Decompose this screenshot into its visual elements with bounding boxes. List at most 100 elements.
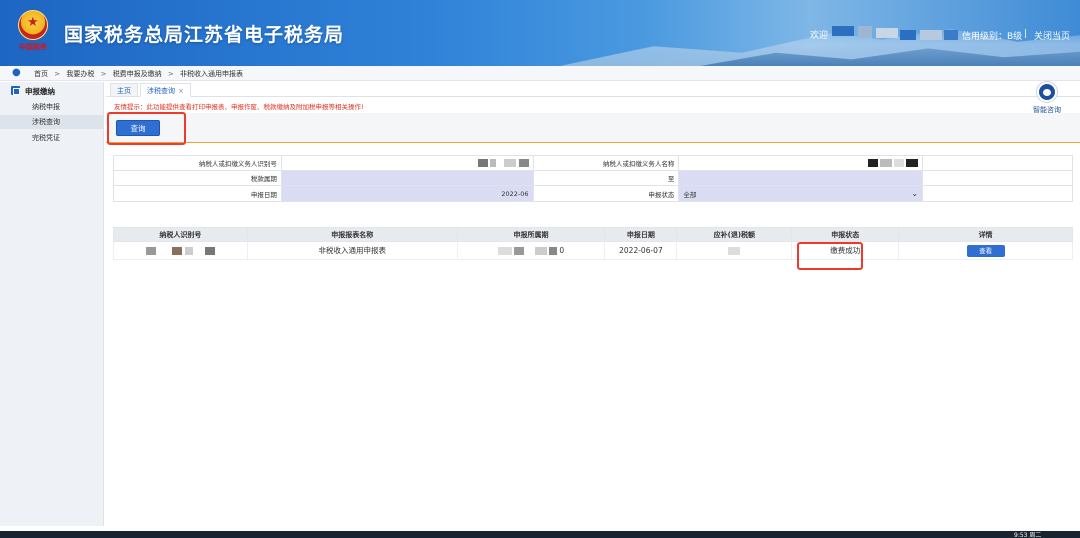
empty-cell bbox=[922, 185, 1073, 202]
tax-emblem-logo: 中国税务 bbox=[16, 10, 50, 52]
table-header-row: 纳税人识别号 申报报表名称 申报所属期 申报日期 应补(退)税额 申报状态 详情 bbox=[113, 227, 1073, 242]
redacted-value bbox=[549, 247, 558, 255]
declare-date-input[interactable]: 2022-06 bbox=[280, 185, 534, 202]
table-row: 非税收入通用申报表 0 2022-06-07 缴费成功 查看 bbox=[113, 241, 1073, 260]
redacted-value bbox=[894, 159, 905, 167]
period-to-label: 至 bbox=[532, 170, 680, 186]
breadcrumb-trail: 首页 > 我要办税 > 税费申报及缴纳 > 非税收入通用申报表 bbox=[34, 69, 247, 79]
smart-consult-label: 智能咨询 bbox=[1033, 106, 1061, 114]
close-icon[interactable]: × bbox=[178, 87, 184, 95]
emblem-subtitle: 中国税务 bbox=[19, 42, 47, 51]
redacted-value bbox=[534, 247, 547, 255]
breadcrumb-arrow: > bbox=[167, 70, 174, 78]
empty-cell bbox=[922, 170, 1073, 186]
sidebar-item-tax-query[interactable]: 涉税查询 bbox=[0, 115, 104, 129]
tax-period-end-input[interactable] bbox=[678, 170, 924, 186]
redacted-value bbox=[906, 159, 919, 167]
tax-period-label: 税款属期 bbox=[113, 170, 282, 186]
taskbar-clock: 9:53 周二 bbox=[1014, 532, 1042, 538]
column-header: 申报状态 bbox=[791, 227, 900, 242]
tax-amount-cell bbox=[676, 241, 793, 260]
menu-grid-icon bbox=[11, 86, 20, 95]
redacted-username bbox=[920, 30, 942, 40]
tab-tax-query[interactable]: 涉税查询 × bbox=[140, 83, 191, 97]
taxpayer-id-label: 纳税人或扣缴义务人识别号 bbox=[113, 155, 282, 171]
chevron-down-icon: ⌄ bbox=[911, 189, 919, 198]
declare-date-label: 申报日期 bbox=[113, 185, 282, 202]
period-suffix: 0 bbox=[559, 246, 565, 255]
result-table: 纳税人识别号 申报报表名称 申报所属期 申报日期 应补(退)税额 申报状态 详情… bbox=[113, 227, 1073, 260]
taxpayer-id-cell bbox=[113, 241, 248, 260]
redacted-username bbox=[944, 30, 958, 40]
redacted-value bbox=[728, 247, 741, 255]
column-header: 纳税人识别号 bbox=[113, 227, 248, 242]
column-header: 详情 bbox=[898, 227, 1073, 242]
credit-level: 信用级别：B级 bbox=[962, 32, 1023, 42]
tax-period-start-input[interactable] bbox=[280, 170, 534, 186]
tab-bar: 主页 涉税查询 × bbox=[106, 83, 1080, 97]
redacted-username bbox=[900, 30, 916, 40]
tab-tax-query-label: 涉税查询 bbox=[147, 87, 175, 95]
breadcrumb-item-current: 非税收入通用申报表 bbox=[180, 70, 244, 78]
redacted-value bbox=[172, 247, 183, 255]
column-header: 申报报表名称 bbox=[246, 227, 458, 242]
breadcrumb-item-home[interactable]: 首页 bbox=[34, 70, 48, 78]
redacted-value bbox=[518, 159, 529, 167]
site-title: 国家税务总局江苏省电子税务局 bbox=[64, 24, 345, 46]
taxpayer-name-label: 纳税人或扣缴义务人名称 bbox=[532, 155, 680, 171]
declare-status-cell: 全部 ⌄ bbox=[678, 185, 924, 202]
column-header: 应补(退)税额 bbox=[676, 227, 793, 242]
redacted-value bbox=[514, 247, 525, 255]
view-detail-button[interactable]: 查看 bbox=[966, 244, 1005, 257]
sidebar-item-tax-certificate[interactable]: 完税凭证 bbox=[0, 131, 104, 145]
detail-cell: 查看 bbox=[898, 241, 1073, 260]
breadcrumb-arrow: > bbox=[54, 70, 61, 78]
redacted-value bbox=[184, 247, 193, 255]
redacted-value bbox=[504, 159, 517, 167]
tab-home[interactable]: 主页 bbox=[110, 83, 138, 97]
redacted-value bbox=[478, 159, 489, 167]
redacted-username bbox=[832, 26, 854, 36]
empty-cell bbox=[922, 155, 1073, 171]
site-header: 中国税务 国家税务总局江苏省电子税务局 欢迎 信用级别：B级 | 关闭当页 bbox=[0, 0, 1080, 66]
friendly-tip: 友情提示：此功能提供查看打印申报表、申报作废、税款缴纳及附加税申报等相关操作! bbox=[114, 103, 364, 111]
declare-status-label: 申报状态 bbox=[532, 185, 680, 202]
redacted-value bbox=[205, 247, 216, 255]
redacted-value bbox=[145, 247, 156, 255]
breadcrumb-item-declare[interactable]: 税费申报及缴纳 bbox=[113, 70, 162, 78]
breadcrumb: ● 首页 > 我要办税 > 税费申报及缴纳 > 非税收入通用申报表 bbox=[0, 66, 1080, 81]
os-taskbar: 9:53 周二 bbox=[0, 531, 1080, 538]
taxpayer-name-field[interactable] bbox=[678, 155, 924, 171]
redacted-username bbox=[876, 28, 898, 38]
breadcrumb-arrow: > bbox=[100, 70, 107, 78]
app-root: 中国税务 国家税务总局江苏省电子税务局 欢迎 信用级别：B级 | 关闭当页 ● … bbox=[0, 0, 1080, 538]
header-separator: | bbox=[1024, 29, 1028, 39]
redacted-username bbox=[858, 26, 872, 38]
query-toolbar bbox=[106, 113, 1080, 143]
report-name-cell: 非税收入通用申报表 bbox=[246, 241, 458, 260]
declare-date-cell: 2022-06-07 bbox=[604, 241, 678, 260]
welcome-text: 欢迎 bbox=[810, 31, 829, 41]
redacted-value bbox=[490, 159, 497, 167]
taxpayer-id-field[interactable] bbox=[280, 155, 534, 171]
breadcrumb-item-tax[interactable]: 我要办税 bbox=[66, 70, 94, 78]
highlight-query-button bbox=[107, 112, 186, 145]
declare-status-select[interactable]: 全部 ⌄ bbox=[679, 186, 923, 201]
query-form: 纳税人或扣缴义务人识别号 纳税人或扣缴义务人名称 税款属期 至 申报日期 202… bbox=[113, 155, 1073, 202]
sidebar-section-title: 申报缴纳 bbox=[25, 87, 55, 96]
column-header: 申报所属期 bbox=[456, 227, 606, 242]
redacted-value bbox=[879, 159, 892, 167]
emblem-icon bbox=[18, 10, 48, 40]
location-pin-icon: ● bbox=[12, 67, 21, 78]
declare-status-value: 全部 bbox=[683, 190, 697, 199]
sidebar-item-tax-declare[interactable]: 纳税申报 bbox=[0, 100, 104, 114]
sidebar: 申报缴纳 纳税申报 涉税查询 完税凭证 bbox=[0, 82, 104, 526]
smart-consult-widget[interactable]: 智能咨询 bbox=[1027, 80, 1067, 122]
highlight-status bbox=[797, 242, 863, 270]
close-page-link[interactable]: 关闭当页 bbox=[1034, 29, 1070, 42]
redacted-value bbox=[497, 247, 512, 255]
chat-bot-icon bbox=[1037, 82, 1057, 102]
redacted-value bbox=[867, 159, 878, 167]
sidebar-section-header[interactable]: 申报缴纳 bbox=[0, 84, 104, 98]
column-header: 申报日期 bbox=[604, 227, 678, 242]
